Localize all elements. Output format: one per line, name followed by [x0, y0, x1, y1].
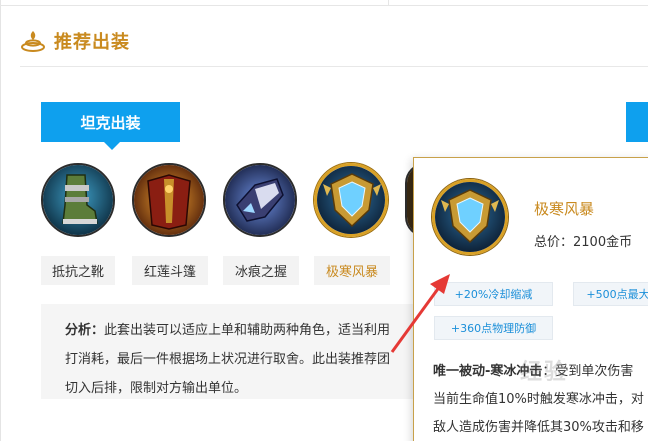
cloak-icon: [134, 165, 204, 235]
build-analysis: 分析：此套出装可以适应上单和辅助两种角色，适当利用 打消耗，最后一件根据场上状况…: [41, 304, 413, 399]
item-gauntlet[interactable]: [223, 163, 297, 237]
equipment-stack-icon: [21, 31, 45, 52]
tab-next-build[interactable]: [626, 102, 648, 142]
desc-line-2: 当前生命值10%时触发寒冰冲击，对: [433, 392, 644, 407]
tooltip-item-image: [432, 179, 508, 255]
watermark: 经验: [520, 360, 569, 385]
item-boots[interactable]: [41, 163, 115, 237]
section-header: 推荐出装: [20, 26, 130, 56]
analysis-text-1: 此套出装可以适应上单和辅助两种角色，适当利用: [104, 323, 391, 338]
item-label-boots[interactable]: 抵抗之靴: [41, 256, 115, 285]
tooltip-item-price: 总价：2100金币: [534, 235, 633, 250]
top-divider-tick: [388, 0, 389, 5]
tab-tank-build[interactable]: 坦克出装: [41, 102, 180, 150]
analysis-line-2: 打消耗，最后一件根据场上状况进行取舍。此出装推荐团: [65, 352, 391, 367]
item-cloak[interactable]: [132, 163, 206, 237]
annotation-arrow-icon: [390, 274, 450, 353]
item-label-frost-storm[interactable]: 极寒风暴: [314, 256, 390, 285]
section-title: 推荐出装: [54, 32, 130, 53]
boots-icon: [43, 165, 113, 235]
gauntlet-icon: [225, 165, 295, 235]
analysis-label: 分析：: [65, 323, 105, 338]
attr-max: +500点最大: [573, 282, 648, 306]
item-label-gauntlet[interactable]: 冰痕之握: [223, 256, 299, 285]
analysis-line-1: 分析：此套出装可以适应上单和辅助两种角色，适当利用: [65, 316, 413, 345]
tooltip-item-name: 极寒风暴: [534, 200, 595, 218]
analysis-line-3: 切入后排，限制对方输出单位。: [65, 381, 248, 396]
top-divider: [0, 5, 648, 6]
shield-icon: [435, 182, 505, 252]
shield-icon: [317, 166, 385, 234]
desc-line-3: 敌人造成伤害并降低其30%攻击和移: [433, 420, 644, 435]
section-divider: [20, 66, 648, 67]
item-label-cloak[interactable]: 红莲斗篷: [132, 256, 208, 285]
item-frost-storm[interactable]: [314, 163, 388, 237]
